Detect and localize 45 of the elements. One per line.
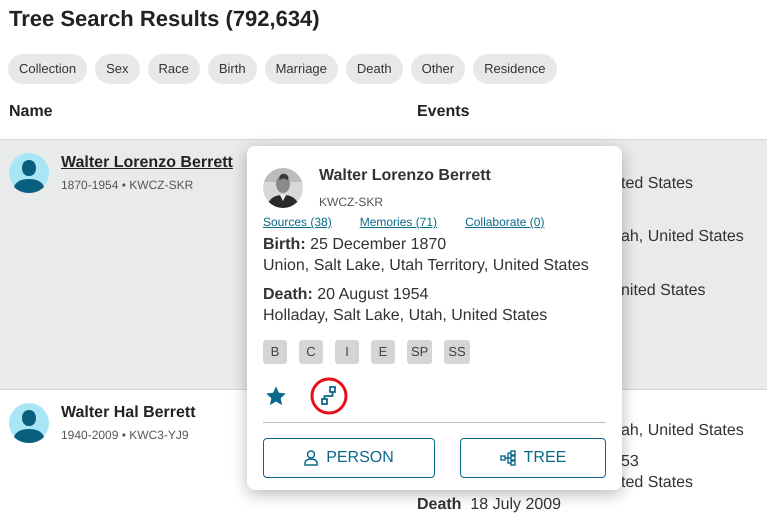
column-header: Name	[9, 102, 54, 122]
tag-label: I	[335, 340, 359, 364]
popover-link[interactable]: Collaborate (0)	[465, 213, 544, 231]
tag-label: B	[263, 340, 287, 364]
person-icon	[304, 450, 318, 466]
filter-button[interactable]: Death	[346, 54, 403, 84]
popover-link[interactable]: Sources (38)	[263, 213, 332, 231]
person-name-link[interactable]: Walter Lorenzo Berrett	[61, 153, 233, 173]
tree-icon	[500, 450, 516, 466]
avatar-icon	[9, 403, 49, 443]
event-text: ah, United States	[621, 227, 744, 247]
filter-button[interactable]: Marriage	[264, 54, 338, 84]
event-text: nited States	[621, 281, 706, 301]
tag-label: C	[299, 340, 323, 364]
event-text: Death 18 July 2009	[417, 495, 562, 515]
event-text: ted States	[621, 174, 694, 194]
filter-button[interactable]: Collection	[8, 54, 88, 84]
popover-link[interactable]: Memories (71)	[360, 213, 438, 231]
filter-button[interactable]: Other	[410, 54, 466, 84]
filter-button[interactable]: Birth	[208, 54, 257, 84]
star-icon[interactable]	[265, 385, 287, 407]
tag-label: SP	[407, 340, 432, 364]
tree-button[interactable]: TREE	[460, 438, 606, 478]
event-text: ted States	[621, 473, 694, 493]
page-title: Tree Search Results (792,634)	[8, 5, 321, 32]
fact-place: Union, Salt Lake, Utah Territory, United States	[263, 256, 590, 276]
filter-button[interactable]: Race	[148, 54, 200, 84]
fact-date: Birth: 25 December 1870	[263, 235, 448, 255]
filter-button[interactable]: Sex	[95, 54, 140, 84]
person-name-link[interactable]: Walter Hal Berrett	[61, 403, 196, 423]
event-text: ah, United States	[621, 421, 744, 441]
filter-button[interactable]: Residence	[473, 54, 557, 84]
person-details: 1940-2009 • KWC3-YJ9	[61, 427, 190, 444]
person-details: 1870-1954 • KWCZ-SKR	[61, 177, 194, 194]
person-button[interactable]: PERSON	[263, 438, 435, 478]
tag-label: E	[371, 340, 395, 364]
column-header: Events	[417, 102, 470, 122]
person-id: KWCZ-SKR	[319, 194, 384, 211]
avatar-icon	[9, 153, 49, 193]
fact-place: Holladay, Salt Lake, Utah, United States	[263, 306, 548, 326]
relationship-icon[interactable]	[309, 376, 349, 416]
person-name: Walter Lorenzo Berrett	[319, 166, 491, 186]
tag-label: SS	[444, 340, 470, 364]
event-text: 53	[621, 452, 639, 472]
fact-date: Death: 20 August 1954	[263, 285, 430, 305]
